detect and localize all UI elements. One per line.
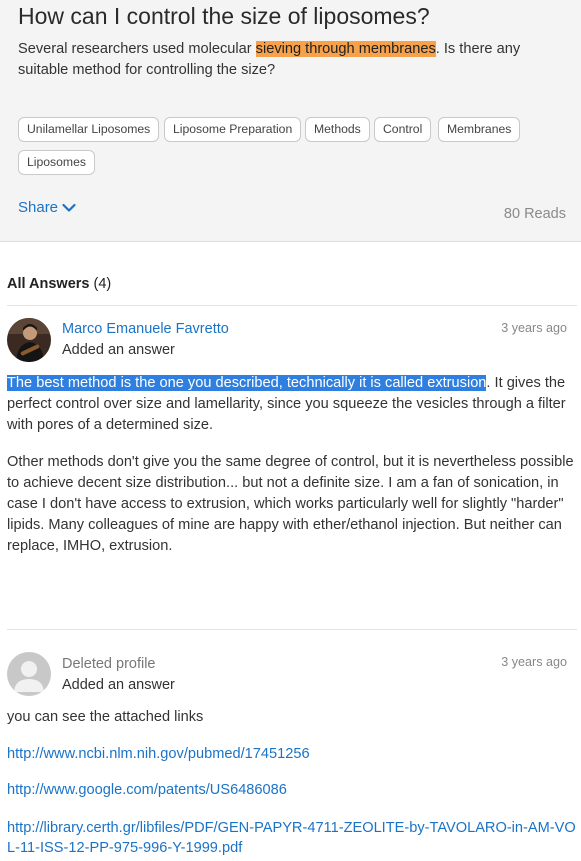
answer-text: you can see the attached links [7, 709, 204, 725]
answer-text: The best method is the one you described… [7, 373, 577, 436]
answer-timestamp: 3 years ago [501, 655, 567, 669]
share-label: Share [18, 199, 59, 216]
attached-link[interactable]: http://www.google.com/patents/US6486086 [7, 780, 577, 800]
answers-count: (4) [93, 276, 112, 292]
default-profile-icon [7, 652, 51, 696]
answer-action-label: Added an answer [62, 342, 175, 358]
author-name[interactable]: Marco Emanuele Favretto [62, 321, 229, 337]
tag-liposomes[interactable]: Liposomes [18, 150, 95, 175]
answer-timestamp: 3 years ago [501, 321, 567, 335]
tag-control[interactable]: Control [374, 117, 432, 142]
answers-heading-label: All Answers [7, 276, 90, 292]
answer-action-label: Added an answer [62, 677, 175, 693]
attached-link[interactable]: http://www.ncbi.nlm.nih.gov/pubmed/17451… [7, 744, 577, 764]
question-title: How can I control the size of liposomes? [18, 3, 430, 29]
question-card: How can I control the size of liposomes?… [0, 0, 581, 242]
question-body: Several researchers used molecular sievi… [18, 39, 563, 81]
answer-paragraph: Other methods don't give you the same de… [7, 454, 574, 554]
avatar [7, 652, 51, 696]
answers-heading: All Answers (4) [7, 276, 111, 292]
tag-unilamellar-liposomes[interactable]: Unilamellar Liposomes [18, 117, 160, 142]
author-name: Deleted profile [62, 656, 156, 672]
attached-link[interactable]: http://library.certh.gr/libfiles/PDF/GEN… [7, 818, 577, 858]
divider [7, 305, 577, 306]
share-button[interactable]: Share [18, 199, 76, 216]
tag-membranes[interactable]: Membranes [438, 117, 521, 142]
tag-liposome-preparation[interactable]: Liposome Preparation [164, 117, 302, 142]
question-body-highlight: sieving through membranes [255, 41, 436, 57]
chevron-down-icon [62, 203, 76, 213]
selected-text: The best method is the one you described… [7, 375, 487, 391]
question-body-text: Several researchers used molecular [18, 41, 256, 57]
tag-methods[interactable]: Methods [305, 117, 370, 142]
avatar[interactable] [7, 318, 51, 362]
divider [7, 629, 577, 630]
reads-count: 80 Reads [503, 206, 566, 222]
